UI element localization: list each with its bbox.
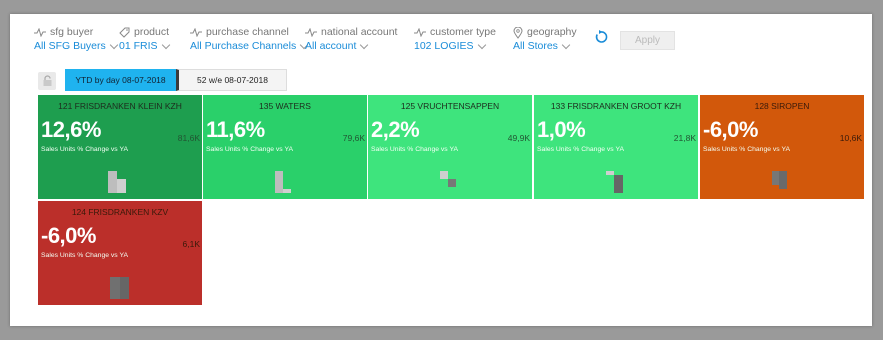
filter-national-account[interactable]: national account All account: [305, 26, 397, 53]
filter-label: purchase channel: [206, 26, 289, 38]
tile-metric-label: Sales Units % Change vs YA: [371, 146, 459, 153]
filter-sfg-buyer[interactable]: sfg buyer All SFG Buyers: [34, 26, 119, 53]
filter-value[interactable]: All SFG Buyers: [34, 39, 106, 53]
chevron-down-icon[interactable]: [477, 40, 486, 49]
filter-label: sfg buyer: [50, 26, 94, 38]
tile-percent-change: 11,6%: [206, 117, 265, 142]
tile-title: 124 FRISDRANKEN KZV: [71, 207, 169, 217]
trend-icon: [305, 28, 317, 37]
category-tile[interactable]: 121 FRISDRANKEN KLEIN KZH 12,6% 81,6K Sa…: [38, 95, 202, 199]
tile-title: 135 WATERS: [259, 101, 311, 111]
spark-bar: [108, 171, 117, 193]
filter-value[interactable]: All Stores: [513, 39, 558, 53]
category-tile[interactable]: 125 VRUCHTENSAPPEN 2,2% 49,9K Sales Unit…: [368, 95, 532, 199]
tile-percent-change: 1,0%: [537, 117, 586, 142]
category-tile[interactable]: 135 WATERS 11,6% 79,6K Sales Units % Cha…: [203, 95, 367, 199]
spark-bar: [110, 277, 120, 299]
tile-volume: 79,6K: [342, 133, 365, 143]
chevron-down-icon[interactable]: [161, 40, 170, 49]
spark-bar: [614, 175, 623, 193]
pin-icon: [513, 26, 523, 39]
tile-sparkline: [102, 165, 138, 193]
spark-bar: [120, 277, 129, 299]
tile-sparkline: [598, 165, 634, 193]
tag-icon: [119, 27, 130, 38]
tile-percent-change: 2,2%: [371, 117, 420, 142]
trend-icon: [34, 28, 46, 37]
category-tile[interactable]: 128 SIROPEN -6,0% 10,6K Sales Units % Ch…: [700, 95, 864, 199]
tile-percent-change: -6,0%: [703, 117, 758, 142]
tile-volume: 10,6K: [839, 133, 862, 143]
tile-metric-label: Sales Units % Change vs YA: [41, 252, 129, 259]
chevron-down-icon[interactable]: [561, 40, 571, 49]
spark-bar: [606, 171, 614, 175]
tab-52-weeks[interactable]: 52 w/e 08-07-2018: [176, 69, 287, 91]
tile-sparkline: [267, 165, 303, 193]
category-tile[interactable]: 124 FRISDRANKEN KZV -6,0% 6,1K Sales Uni…: [38, 201, 202, 305]
tile-sparkline: [432, 165, 468, 193]
tile-percent-change: 12,6%: [41, 117, 101, 142]
tile-volume: 49,9K: [507, 133, 530, 143]
reset-icon[interactable]: [594, 30, 608, 44]
spark-bar: [283, 189, 291, 193]
trend-icon: [190, 28, 202, 37]
tile-title: 133 FRISDRANKEN GROOT KZH: [550, 101, 682, 111]
lock-icon[interactable]: [42, 75, 53, 87]
trend-icon: [414, 28, 426, 37]
filter-product[interactable]: product 01 FRIS: [119, 26, 170, 53]
tile-title: 125 VRUCHTENSAPPEN: [400, 101, 500, 111]
tile-metric-label: Sales Units % Change vs YA: [206, 146, 294, 153]
spark-bar: [275, 171, 283, 193]
filter-label: customer type: [430, 26, 496, 38]
tile-volume: 81,6K: [177, 133, 200, 143]
tab-ytd[interactable]: YTD by day 08-07-2018: [65, 69, 176, 91]
filter-value[interactable]: All Purchase Channels: [190, 39, 296, 53]
spark-bar: [440, 171, 448, 179]
tile-title: 128 SIROPEN: [754, 101, 810, 111]
spark-bar: [117, 179, 126, 193]
category-tile[interactable]: 133 FRISDRANKEN GROOT KZH 1,0% 21,8K Sal…: [534, 95, 698, 199]
filter-value[interactable]: 102 LOGIES: [414, 39, 474, 53]
filter-geography[interactable]: geography All Stores: [513, 26, 577, 53]
filter-customer-type[interactable]: customer type 102 LOGIES: [414, 26, 496, 53]
filter-value[interactable]: 01 FRIS: [119, 39, 158, 53]
spark-bar: [779, 171, 787, 189]
filter-bar: sfg buyer All SFG Buyers product 01 FRIS…: [10, 14, 872, 58]
tile-sparkline: [764, 165, 800, 193]
filter-label: national account: [321, 26, 398, 38]
chevron-down-icon[interactable]: [109, 40, 119, 49]
filter-label: product: [134, 26, 170, 38]
filter-purchase-channel[interactable]: purchase channel All Purchase Channels: [190, 26, 309, 53]
apply-button[interactable]: Apply: [620, 31, 675, 50]
tile-metric-label: Sales Units % Change vs YA: [703, 146, 791, 153]
spark-bar: [448, 179, 456, 187]
tile-sparkline: [102, 271, 138, 299]
tile-metric-label: Sales Units % Change vs YA: [537, 146, 625, 153]
filter-value[interactable]: All account: [305, 39, 356, 53]
lock-button[interactable]: [38, 72, 56, 90]
tile-title: 121 FRISDRANKEN KLEIN KZH: [58, 101, 182, 111]
filter-label: geography: [527, 26, 577, 38]
dashboard-panel: sfg buyer All SFG Buyers product 01 FRIS…: [10, 14, 872, 326]
tile-volume: 21,8K: [673, 133, 696, 143]
reset-button[interactable]: [592, 28, 610, 46]
chevron-down-icon[interactable]: [360, 40, 369, 49]
tile-volume: 6,1K: [182, 239, 201, 249]
tile-metric-label: Sales Units % Change vs YA: [41, 146, 129, 153]
tile-percent-change: -6,0%: [41, 223, 96, 248]
